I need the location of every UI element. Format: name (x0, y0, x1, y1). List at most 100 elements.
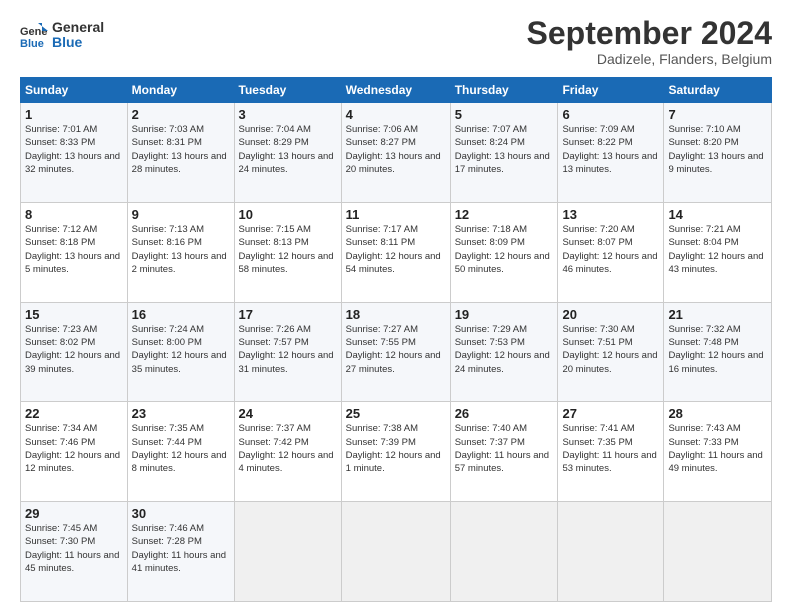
day-number: 4 (346, 107, 446, 122)
col-tuesday: Tuesday (234, 78, 341, 103)
day-number: 21 (668, 307, 767, 322)
day-number: 16 (132, 307, 230, 322)
table-row: 29Sunrise: 7:45 AMSunset: 7:30 PMDayligh… (21, 502, 128, 602)
calendar-week-row: 8Sunrise: 7:12 AMSunset: 8:18 PMDaylight… (21, 202, 772, 302)
day-number: 5 (455, 107, 554, 122)
day-detail: Sunrise: 7:15 AMSunset: 8:13 PMDaylight:… (239, 223, 337, 276)
day-number: 1 (25, 107, 123, 122)
table-row (664, 502, 772, 602)
table-row: 14Sunrise: 7:21 AMSunset: 8:04 PMDayligh… (664, 202, 772, 302)
day-number: 26 (455, 406, 554, 421)
day-number: 24 (239, 406, 337, 421)
location: Dadizele, Flanders, Belgium (527, 51, 772, 67)
calendar-week-row: 15Sunrise: 7:23 AMSunset: 8:02 PMDayligh… (21, 302, 772, 402)
day-number: 17 (239, 307, 337, 322)
day-number: 11 (346, 207, 446, 222)
logo: General Blue General Blue (20, 20, 104, 51)
logo-icon: General Blue (20, 21, 48, 49)
table-row: 11Sunrise: 7:17 AMSunset: 8:11 PMDayligh… (341, 202, 450, 302)
table-row: 26Sunrise: 7:40 AMSunset: 7:37 PMDayligh… (450, 402, 558, 502)
col-wednesday: Wednesday (341, 78, 450, 103)
day-number: 3 (239, 107, 337, 122)
logo-general: General (52, 20, 104, 35)
table-row: 4Sunrise: 7:06 AMSunset: 8:27 PMDaylight… (341, 103, 450, 203)
day-detail: Sunrise: 7:41 AMSunset: 7:35 PMDaylight:… (562, 422, 659, 475)
calendar-week-row: 22Sunrise: 7:34 AMSunset: 7:46 PMDayligh… (21, 402, 772, 502)
day-number: 13 (562, 207, 659, 222)
day-number: 23 (132, 406, 230, 421)
logo-blue: Blue (52, 35, 104, 50)
table-row: 16Sunrise: 7:24 AMSunset: 8:00 PMDayligh… (127, 302, 234, 402)
svg-text:Blue: Blue (20, 38, 44, 49)
day-detail: Sunrise: 7:38 AMSunset: 7:39 PMDaylight:… (346, 422, 446, 475)
day-detail: Sunrise: 7:30 AMSunset: 7:51 PMDaylight:… (562, 323, 659, 376)
table-row: 6Sunrise: 7:09 AMSunset: 8:22 PMDaylight… (558, 103, 664, 203)
day-number: 12 (455, 207, 554, 222)
table-row: 18Sunrise: 7:27 AMSunset: 7:55 PMDayligh… (341, 302, 450, 402)
day-detail: Sunrise: 7:01 AMSunset: 8:33 PMDaylight:… (25, 123, 123, 176)
table-row: 30Sunrise: 7:46 AMSunset: 7:28 PMDayligh… (127, 502, 234, 602)
table-row: 22Sunrise: 7:34 AMSunset: 7:46 PMDayligh… (21, 402, 128, 502)
header-right: September 2024 Dadizele, Flanders, Belgi… (527, 16, 772, 67)
calendar-table: Sunday Monday Tuesday Wednesday Thursday… (20, 77, 772, 602)
day-detail: Sunrise: 7:43 AMSunset: 7:33 PMDaylight:… (668, 422, 767, 475)
day-detail: Sunrise: 7:40 AMSunset: 7:37 PMDaylight:… (455, 422, 554, 475)
table-row: 5Sunrise: 7:07 AMSunset: 8:24 PMDaylight… (450, 103, 558, 203)
col-monday: Monday (127, 78, 234, 103)
table-row: 20Sunrise: 7:30 AMSunset: 7:51 PMDayligh… (558, 302, 664, 402)
table-row: 27Sunrise: 7:41 AMSunset: 7:35 PMDayligh… (558, 402, 664, 502)
table-row: 25Sunrise: 7:38 AMSunset: 7:39 PMDayligh… (341, 402, 450, 502)
day-detail: Sunrise: 7:13 AMSunset: 8:16 PMDaylight:… (132, 223, 230, 276)
day-number: 29 (25, 506, 123, 521)
table-row: 3Sunrise: 7:04 AMSunset: 8:29 PMDaylight… (234, 103, 341, 203)
day-number: 14 (668, 207, 767, 222)
calendar-week-row: 1Sunrise: 7:01 AMSunset: 8:33 PMDaylight… (21, 103, 772, 203)
day-detail: Sunrise: 7:06 AMSunset: 8:27 PMDaylight:… (346, 123, 446, 176)
day-number: 2 (132, 107, 230, 122)
day-number: 15 (25, 307, 123, 322)
table-row: 8Sunrise: 7:12 AMSunset: 8:18 PMDaylight… (21, 202, 128, 302)
table-row (234, 502, 341, 602)
day-number: 9 (132, 207, 230, 222)
day-number: 28 (668, 406, 767, 421)
day-detail: Sunrise: 7:26 AMSunset: 7:57 PMDaylight:… (239, 323, 337, 376)
col-friday: Friday (558, 78, 664, 103)
col-thursday: Thursday (450, 78, 558, 103)
day-number: 25 (346, 406, 446, 421)
day-detail: Sunrise: 7:17 AMSunset: 8:11 PMDaylight:… (346, 223, 446, 276)
day-number: 22 (25, 406, 123, 421)
day-detail: Sunrise: 7:04 AMSunset: 8:29 PMDaylight:… (239, 123, 337, 176)
day-number: 20 (562, 307, 659, 322)
day-number: 7 (668, 107, 767, 122)
day-detail: Sunrise: 7:12 AMSunset: 8:18 PMDaylight:… (25, 223, 123, 276)
table-row (558, 502, 664, 602)
day-number: 19 (455, 307, 554, 322)
day-number: 27 (562, 406, 659, 421)
day-detail: Sunrise: 7:24 AMSunset: 8:00 PMDaylight:… (132, 323, 230, 376)
day-detail: Sunrise: 7:46 AMSunset: 7:28 PMDaylight:… (132, 522, 230, 575)
table-row: 2Sunrise: 7:03 AMSunset: 8:31 PMDaylight… (127, 103, 234, 203)
day-detail: Sunrise: 7:07 AMSunset: 8:24 PMDaylight:… (455, 123, 554, 176)
day-detail: Sunrise: 7:10 AMSunset: 8:20 PMDaylight:… (668, 123, 767, 176)
day-number: 18 (346, 307, 446, 322)
month-title: September 2024 (527, 16, 772, 51)
day-detail: Sunrise: 7:23 AMSunset: 8:02 PMDaylight:… (25, 323, 123, 376)
col-sunday: Sunday (21, 78, 128, 103)
day-detail: Sunrise: 7:20 AMSunset: 8:07 PMDaylight:… (562, 223, 659, 276)
day-number: 6 (562, 107, 659, 122)
table-row: 15Sunrise: 7:23 AMSunset: 8:02 PMDayligh… (21, 302, 128, 402)
table-row: 7Sunrise: 7:10 AMSunset: 8:20 PMDaylight… (664, 103, 772, 203)
table-row: 23Sunrise: 7:35 AMSunset: 7:44 PMDayligh… (127, 402, 234, 502)
col-saturday: Saturday (664, 78, 772, 103)
calendar-header-row: Sunday Monday Tuesday Wednesday Thursday… (21, 78, 772, 103)
page-header: General Blue General Blue September 2024… (20, 16, 772, 67)
table-row: 9Sunrise: 7:13 AMSunset: 8:16 PMDaylight… (127, 202, 234, 302)
day-detail: Sunrise: 7:03 AMSunset: 8:31 PMDaylight:… (132, 123, 230, 176)
day-number: 8 (25, 207, 123, 222)
table-row: 12Sunrise: 7:18 AMSunset: 8:09 PMDayligh… (450, 202, 558, 302)
day-detail: Sunrise: 7:18 AMSunset: 8:09 PMDaylight:… (455, 223, 554, 276)
day-detail: Sunrise: 7:32 AMSunset: 7:48 PMDaylight:… (668, 323, 767, 376)
table-row (450, 502, 558, 602)
day-detail: Sunrise: 7:37 AMSunset: 7:42 PMDaylight:… (239, 422, 337, 475)
calendar-week-row: 29Sunrise: 7:45 AMSunset: 7:30 PMDayligh… (21, 502, 772, 602)
